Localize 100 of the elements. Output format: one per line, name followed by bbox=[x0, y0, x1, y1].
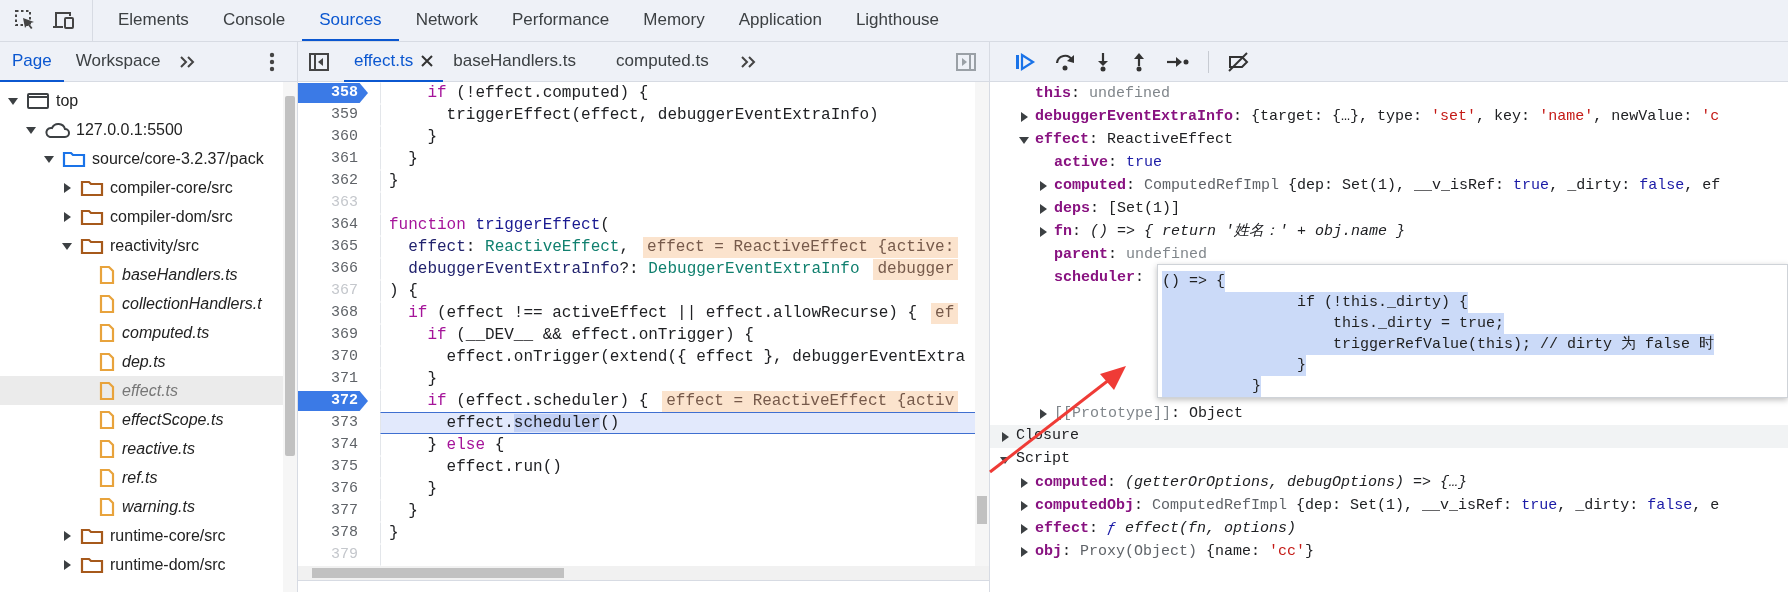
scrollbar-thumb[interactable] bbox=[312, 568, 564, 578]
code-text: (!effect.computed) { bbox=[455, 84, 649, 102]
panel-tab[interactable]: Application bbox=[721, 1, 839, 41]
file-name[interactable]: collectionHandlers.t bbox=[122, 291, 262, 316]
folder-name[interactable]: compiler-core/src bbox=[110, 175, 233, 200]
line-number[interactable]: 375 bbox=[298, 456, 380, 478]
file-name[interactable]: dep.ts bbox=[122, 349, 166, 374]
value-text: : {target: {…}, type: bbox=[1233, 108, 1424, 125]
scrollbar-track[interactable] bbox=[298, 566, 989, 580]
folder-icon bbox=[80, 178, 104, 197]
property-name: obj bbox=[1035, 543, 1062, 560]
inline-value-hint: effect = ReactiveEffect {active: bbox=[643, 236, 959, 258]
folder-name[interactable]: 127.0.0.1:5500 bbox=[76, 117, 183, 142]
file-icon bbox=[98, 293, 116, 314]
code-text: } bbox=[426, 370, 437, 388]
scrollbar-track[interactable] bbox=[283, 82, 297, 592]
folder-icon bbox=[80, 207, 104, 226]
panel-tab[interactable]: Elements bbox=[101, 1, 206, 41]
line-number[interactable]: 371 bbox=[298, 368, 380, 390]
more-options-icon[interactable] bbox=[269, 51, 275, 72]
value-text: : bbox=[1071, 85, 1082, 102]
property-name: computed bbox=[1035, 474, 1107, 491]
code-text: (__DEV__ && effect.onTrigger) { bbox=[455, 326, 754, 344]
scrollbar-thumb[interactable] bbox=[977, 496, 987, 524]
panel-tab[interactable]: Performance bbox=[495, 1, 627, 41]
file-tab[interactable]: effect.ts bbox=[344, 41, 444, 82]
tree-row-highlight[interactable]: effect.ts bbox=[0, 376, 283, 405]
scrollbar-track[interactable] bbox=[975, 82, 989, 566]
line-number[interactable]: 374 bbox=[298, 434, 380, 456]
dim-value: undefined bbox=[1126, 246, 1208, 263]
file-icon bbox=[98, 351, 116, 372]
file-icon bbox=[98, 264, 116, 285]
resume-icon[interactable] bbox=[1014, 51, 1036, 72]
code-text: ) { bbox=[389, 282, 418, 300]
line-number[interactable]: 365 bbox=[298, 236, 380, 258]
line-number[interactable]: 362 bbox=[298, 170, 380, 192]
line-number[interactable]: 364 bbox=[298, 214, 380, 236]
line-number[interactable]: 366 bbox=[298, 258, 380, 280]
navigator-tab[interactable]: Workspace bbox=[63, 41, 173, 82]
folder-name[interactable]: runtime-core/src bbox=[110, 523, 226, 548]
line-number[interactable]: 360 bbox=[298, 126, 380, 148]
value-text: : bbox=[1135, 269, 1146, 286]
inspect-element-icon[interactable] bbox=[14, 9, 36, 31]
panel-tab[interactable]: Console bbox=[205, 1, 303, 41]
property-name: scheduler bbox=[1054, 269, 1135, 286]
file-name[interactable]: effect.ts bbox=[122, 378, 179, 403]
line-number[interactable]: 361 bbox=[298, 148, 380, 170]
file-tab[interactable]: computed.ts bbox=[606, 41, 719, 82]
property-name: this bbox=[1035, 85, 1071, 102]
value-text: : bbox=[1108, 154, 1119, 171]
value-text: , ef bbox=[1684, 177, 1721, 194]
value-text: : [Set(1)] bbox=[1090, 200, 1181, 217]
selected-text: scheduler bbox=[513, 414, 601, 432]
scrollbar-thumb[interactable] bbox=[285, 96, 295, 456]
property-name: parent bbox=[1054, 246, 1108, 263]
folder-name[interactable]: compiler-dom/src bbox=[110, 204, 233, 229]
file-name[interactable]: baseHandlers.ts bbox=[122, 262, 238, 287]
file-icon bbox=[98, 380, 116, 401]
value-text: , key: bbox=[1476, 108, 1532, 125]
value-text: {dep: Set(1), __v_isRef: bbox=[1295, 497, 1514, 514]
file-name[interactable]: computed.ts bbox=[122, 320, 210, 345]
folder-name[interactable]: top bbox=[56, 88, 79, 113]
literal-value: true bbox=[1126, 154, 1163, 171]
folder-name[interactable]: source/core-3.2.37/pack bbox=[92, 146, 264, 171]
line-number[interactable]: 378 bbox=[298, 522, 380, 544]
file-name[interactable]: effectScope.ts bbox=[122, 407, 224, 432]
more-tabs-icon[interactable] bbox=[178, 53, 197, 70]
type-name: DebuggerEventExtraInfo bbox=[647, 260, 860, 278]
toggle-navigator-icon[interactable] bbox=[308, 51, 330, 72]
file-name[interactable]: ref.ts bbox=[122, 465, 158, 490]
folder-name[interactable]: runtime-dom/src bbox=[110, 552, 226, 577]
close-icon[interactable] bbox=[421, 54, 434, 67]
cloud-icon bbox=[44, 120, 70, 139]
device-toolbar-icon[interactable] bbox=[52, 9, 76, 31]
deactivate-breakpoints-icon[interactable] bbox=[1227, 51, 1251, 72]
file-name[interactable]: warning.ts bbox=[122, 494, 195, 519]
line-number[interactable]: 368 bbox=[298, 302, 380, 324]
keyword: function bbox=[389, 216, 466, 234]
code-text: } bbox=[426, 436, 437, 454]
line-number[interactable]: 359 bbox=[298, 104, 380, 126]
file-tab[interactable]: baseHandlers.ts bbox=[443, 41, 587, 82]
code-text: } bbox=[407, 150, 418, 168]
code-text: } bbox=[389, 172, 399, 190]
property-name: effect bbox=[1035, 520, 1089, 537]
value-text: , e bbox=[1692, 497, 1720, 514]
line-number[interactable]: 377 bbox=[298, 500, 380, 522]
panel-tab[interactable]: Lighthouse bbox=[838, 1, 957, 41]
navigator-tab[interactable]: Page bbox=[0, 41, 64, 82]
keyword: if bbox=[426, 84, 447, 102]
file-name[interactable]: reactive.ts bbox=[122, 436, 195, 461]
more-tabs-icon[interactable] bbox=[738, 53, 757, 70]
line-number[interactable]: 369 bbox=[298, 324, 380, 346]
panel-tab[interactable]: Network bbox=[398, 1, 495, 41]
folder-name[interactable]: reactivity/src bbox=[110, 233, 199, 258]
line-number[interactable]: 376 bbox=[298, 478, 380, 500]
toggle-debugger-icon[interactable] bbox=[955, 51, 977, 72]
value-text: , newValue: bbox=[1593, 108, 1694, 125]
panel-tab[interactable]: Memory bbox=[626, 1, 722, 41]
line-number[interactable]: 370 bbox=[298, 346, 380, 368]
line-number[interactable]: 373 bbox=[298, 412, 380, 434]
